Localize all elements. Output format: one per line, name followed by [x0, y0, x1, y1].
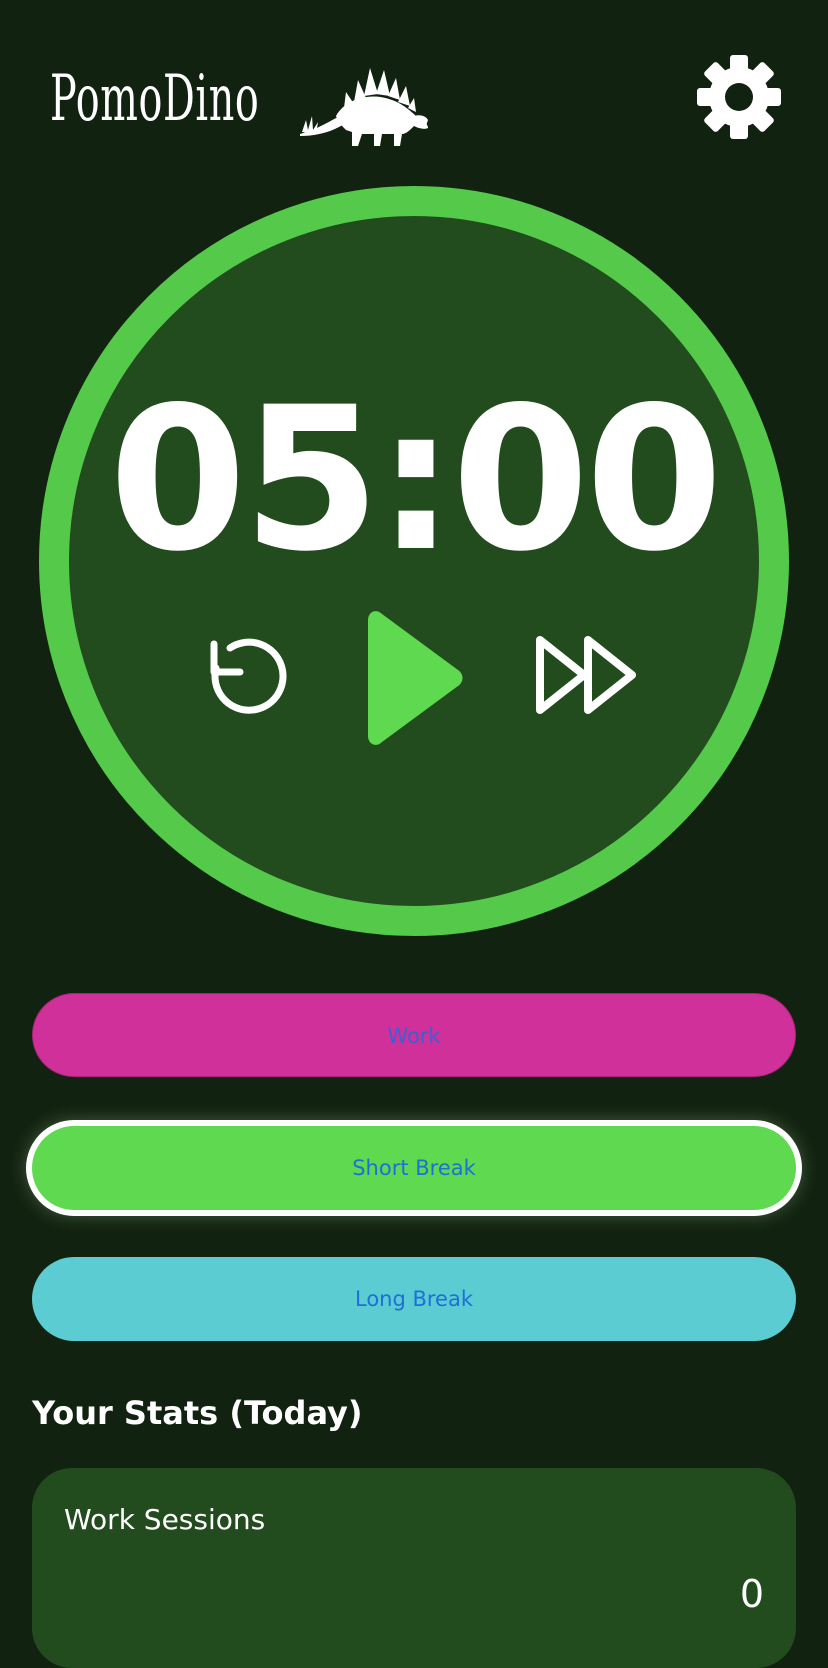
short-break-mode-button[interactable]: Short Break — [26, 1120, 802, 1216]
fast-forward-icon[interactable] — [532, 632, 642, 718]
work-mode-button[interactable]: Work — [32, 993, 796, 1077]
long-break-mode-button[interactable]: Long Break — [32, 1257, 796, 1341]
stegosaurus-icon — [300, 68, 428, 146]
play-icon[interactable] — [362, 608, 466, 748]
timer-display: 05:00 — [108, 364, 723, 595]
work-sessions-value: 0 — [739, 1572, 764, 1616]
gear-icon[interactable] — [696, 54, 782, 140]
work-sessions-label: Work Sessions — [64, 1503, 266, 1536]
app-title: PomoDino — [50, 62, 260, 136]
stats-heading: Your Stats (Today) — [32, 1394, 363, 1432]
app-header: PomoDino — [0, 0, 828, 180]
reset-icon[interactable] — [200, 628, 292, 720]
work-sessions-card: Work Sessions 0 — [32, 1468, 796, 1668]
